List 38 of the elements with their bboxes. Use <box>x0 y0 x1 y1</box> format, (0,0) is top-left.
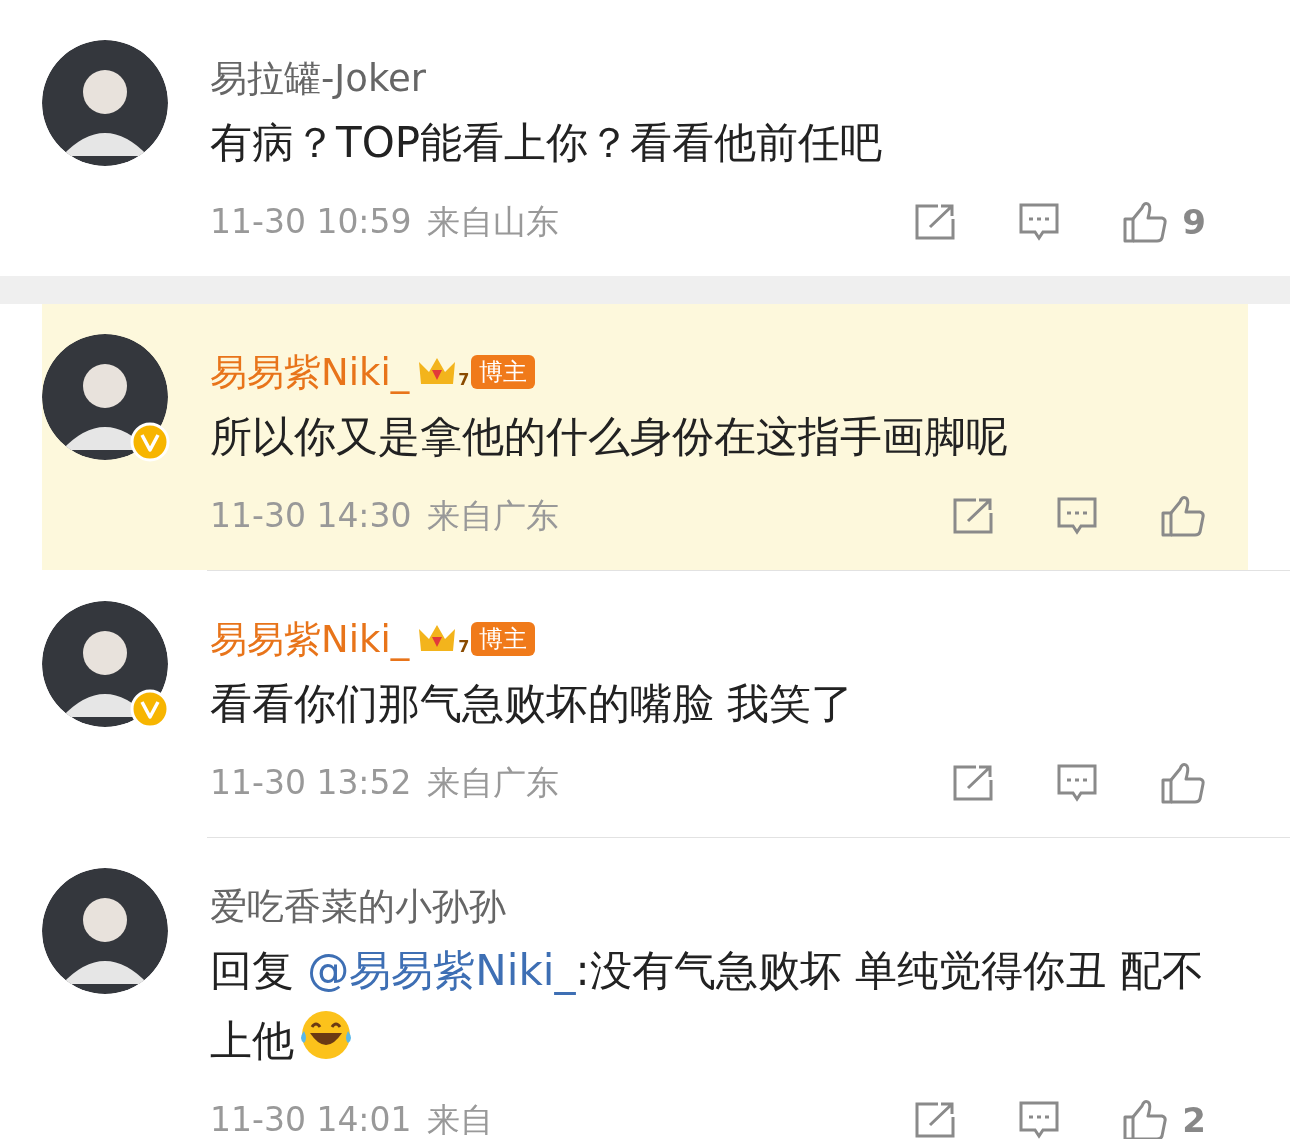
comment-location: 来自广东 <box>427 495 560 538</box>
blogger-badge: 博主 <box>471 355 536 389</box>
like-icon[interactable] <box>1160 494 1206 538</box>
avatar[interactable] <box>42 601 168 727</box>
like-icon[interactable] <box>1122 1098 1169 1139</box>
comment-time: 11-30 14:01 <box>210 1099 412 1139</box>
level-number: 7 <box>458 369 470 391</box>
avatar[interactable] <box>42 40 168 166</box>
comment-text: 回复 @易易紫Niki_:没有气急败坏 单纯觉得你丑 配不上他 <box>210 945 1206 1067</box>
comment-time: 11-30 10:59 <box>210 201 412 244</box>
comment-location: 来自广东 <box>427 762 560 805</box>
share-icon[interactable] <box>914 1101 957 1139</box>
comment-icon[interactable] <box>1018 1100 1061 1139</box>
avatar[interactable] <box>42 334 168 460</box>
comment-location: 来自山东 <box>427 201 560 244</box>
comment-text: 所以你又是拿他的什么身份在这指手画脚呢 <box>210 411 1009 463</box>
comment-icon[interactable] <box>1056 496 1098 536</box>
like-icon[interactable] <box>1160 761 1206 805</box>
user-name[interactable]: 爱吃香菜的小孙孙 <box>210 887 506 925</box>
share-icon[interactable] <box>914 203 957 241</box>
comment-icon[interactable] <box>1018 202 1061 242</box>
blogger-badge: 博主 <box>471 622 536 656</box>
like-count: 9 <box>1182 200 1206 244</box>
share-icon[interactable] <box>952 497 994 535</box>
avatar[interactable] <box>42 868 168 994</box>
user-name[interactable]: 易拉罐-Joker <box>210 59 426 97</box>
comment-text: 有病？TOP能看上你？看看他前任吧 <box>210 117 884 169</box>
like-count: 2 <box>1182 1098 1206 1139</box>
mention-link[interactable]: @易易紫Niki_ <box>307 946 576 995</box>
comment-location: 来自 <box>427 1099 494 1139</box>
like-icon[interactable] <box>1122 200 1169 244</box>
comment-time: 11-30 13:52 <box>210 762 412 805</box>
comment-text: 看看你们那气急败坏的嘴脸 我笑了 <box>210 678 855 730</box>
laughing-emoji-icon <box>298 1009 354 1061</box>
comment-icon[interactable] <box>1056 763 1098 803</box>
share-icon[interactable] <box>952 764 994 802</box>
level-number: 7 <box>458 636 470 658</box>
comment-time: 11-30 14:30 <box>210 495 412 538</box>
